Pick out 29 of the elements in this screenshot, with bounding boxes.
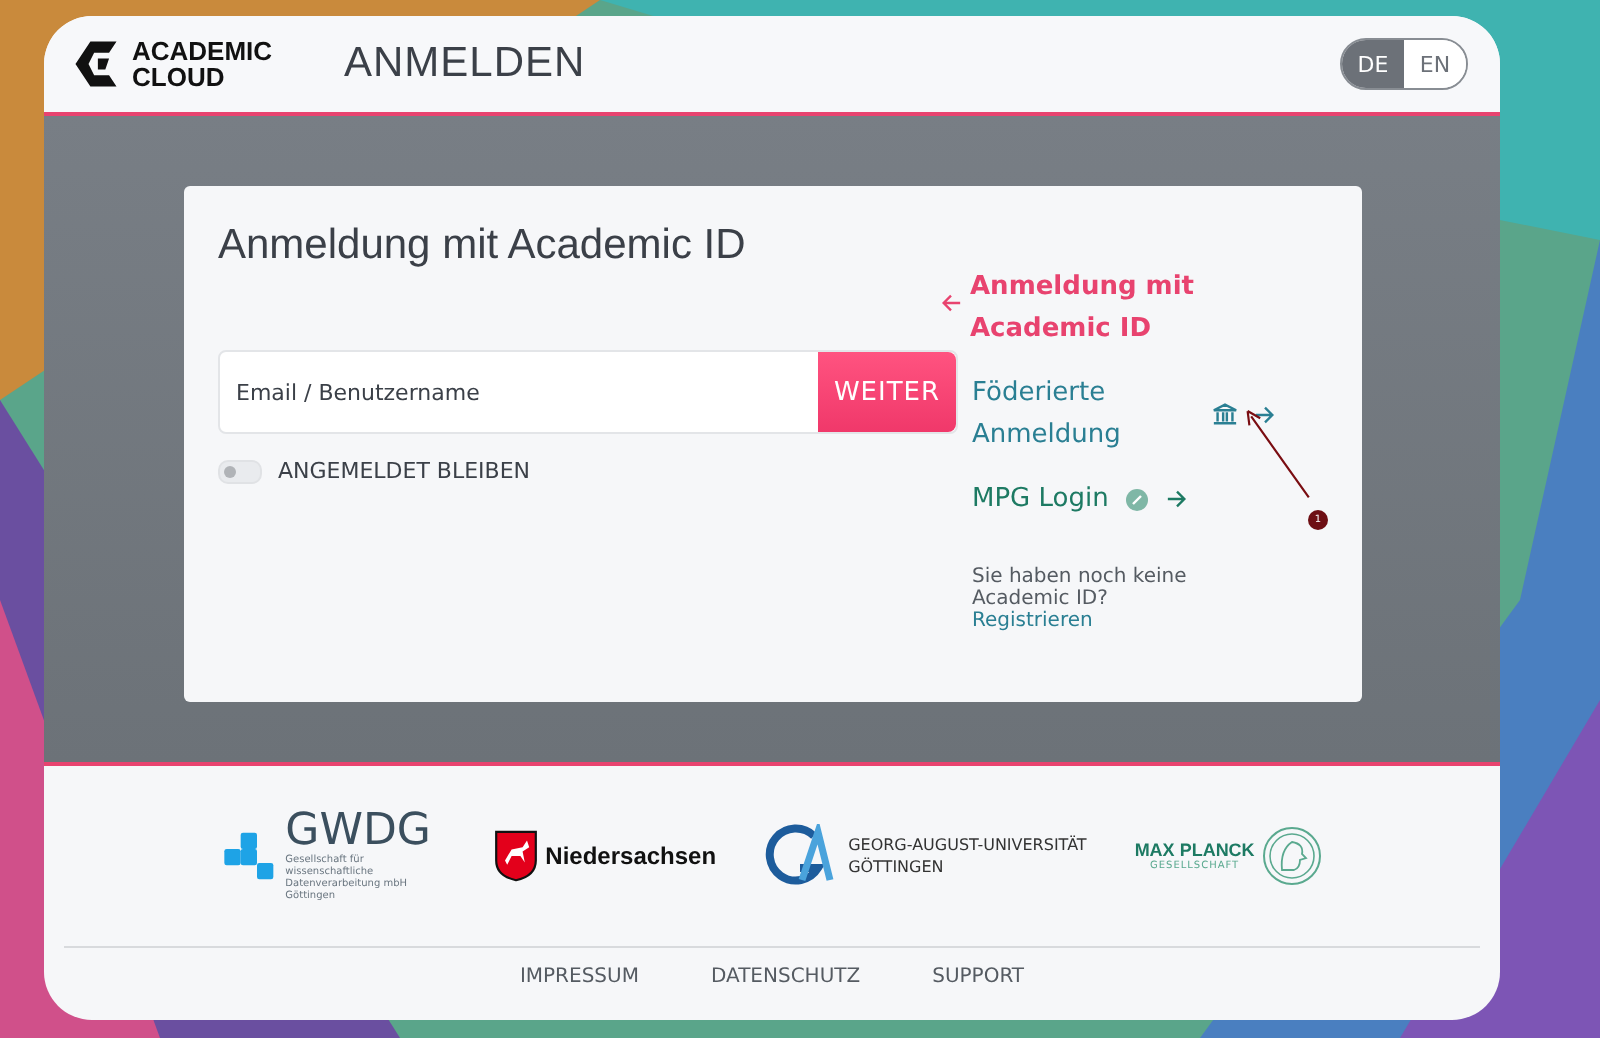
building-icon [1212, 402, 1238, 426]
language-button[interactable]: EN [1404, 40, 1466, 88]
footer-link[interactable]: IMPRESSUM [519, 966, 639, 988]
horse-shield-icon [493, 828, 538, 884]
logo-name: GEORG-AUGUST-UNIVERSITÄT GÖTTINGEN [848, 834, 1087, 878]
login-field[interactable]: Email / Benutzername WEITER [218, 350, 958, 434]
arrow-right-icon [1254, 403, 1276, 425]
logo-text: ACADEMIC CLOUD [132, 38, 273, 90]
method-link[interactable]: MPG Login [972, 478, 1109, 520]
logo-name: Niedersachsen [545, 842, 717, 870]
logo-name: MAX PLANCK [1134, 840, 1255, 860]
seal-icon [1124, 487, 1151, 511]
register-link[interactable]: Registrieren [972, 610, 1322, 632]
toggle-switch[interactable] [218, 459, 262, 483]
register-prompt: Sie haben noch keine Academic ID? [972, 566, 1189, 610]
card-title: Anmeldung mit Academic ID [218, 222, 748, 270]
toggle-label: ANGEMELDET BLEIBEN [278, 458, 531, 484]
medallion-icon [1262, 826, 1323, 886]
method-link[interactable]: Föderierte Anmeldung [972, 372, 1196, 456]
footer-link[interactable]: DATENSCHUTZ [710, 966, 861, 988]
arrow-right-icon [1166, 488, 1189, 510]
page-title: ANMELDEN [344, 40, 586, 88]
logo-name: GWDG [285, 810, 433, 854]
arrow-left-icon [940, 292, 962, 314]
continue-button[interactable]: WEITER [818, 352, 956, 432]
method-link[interactable]: Anmeldung mit Academic ID [970, 266, 1290, 350]
language-button[interactable]: DE [1342, 40, 1404, 88]
squares-logo-icon [221, 828, 278, 884]
footer-link[interactable]: SUPPORT [932, 966, 1025, 988]
